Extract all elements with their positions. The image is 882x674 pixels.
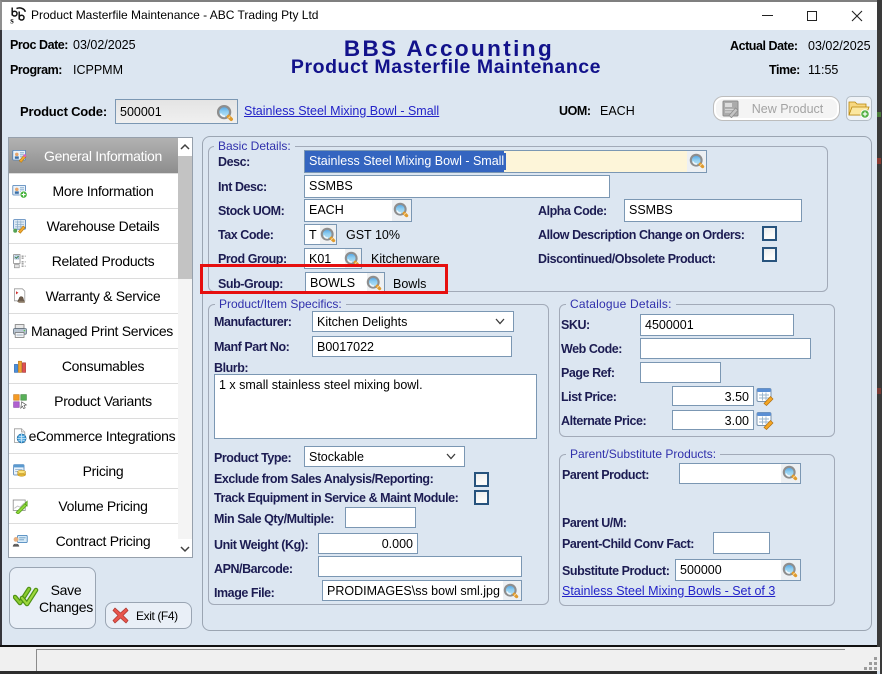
- svg-text:s: s: [10, 16, 14, 26]
